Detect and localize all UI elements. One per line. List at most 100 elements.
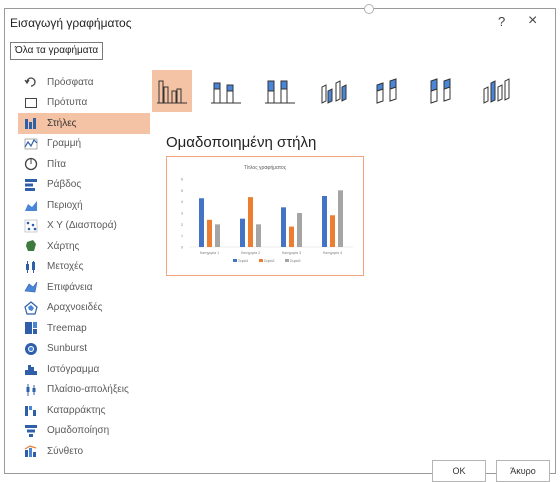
sidebar-item-17[interactable]: Ομαδοποίηση	[18, 421, 150, 442]
sidebar-item-label: Χάρτης	[47, 240, 80, 252]
clustered-column-icon[interactable]	[152, 70, 192, 112]
3d-column-icon[interactable]	[476, 70, 516, 112]
sidebar-item-label: Ράβδος	[47, 179, 82, 191]
sidebar-item-label: Επιφάνεια	[47, 281, 93, 293]
waterfall-icon	[23, 403, 39, 417]
sidebar-item-6[interactable]: Περιοχή	[18, 195, 150, 216]
sidebar-item-1[interactable]: Πρότυπα	[18, 93, 150, 114]
bar-0-0	[199, 198, 204, 247]
line-chart-icon	[23, 137, 39, 151]
sidebar-item-0[interactable]: Πρόσφατα	[18, 72, 150, 93]
ok-button[interactable]: OK	[432, 460, 486, 482]
legend-label: Σειρά2	[264, 259, 275, 263]
histogram-icon	[23, 362, 39, 376]
sidebar-item-label: Πρότυπα	[47, 97, 88, 109]
sidebar-item-label: Καταρράκτης	[47, 404, 106, 416]
legend-label: Σειρά1	[238, 259, 249, 263]
treemap-icon	[23, 321, 39, 335]
sidebar-item-label: Σύνθετο	[47, 445, 84, 457]
legend-swatch-2	[285, 259, 289, 262]
sidebar-item-label: Ομαδοποίηση	[47, 425, 110, 437]
bar-0-1	[240, 218, 245, 247]
sidebar-item-10[interactable]: Επιφάνεια	[18, 277, 150, 298]
bar-0-3	[322, 196, 327, 247]
bar-1-0	[207, 219, 212, 247]
surface-chart-icon	[23, 280, 39, 294]
dialog-title: Εισαγωγή γραφήματος	[10, 16, 132, 30]
sidebar-item-9[interactable]: Μετοχές	[18, 257, 150, 278]
stock-chart-icon	[23, 260, 39, 274]
recent-icon	[23, 75, 39, 89]
x-tick-label: Κατηγορία 4	[323, 251, 342, 255]
sidebar-item-label: Πλαίσιο-απολήξεις	[47, 384, 129, 396]
sidebar-item-label: Γραμμή	[47, 138, 82, 150]
bar-2-0	[215, 224, 220, 247]
legend-swatch-1	[259, 259, 263, 262]
sidebar-item-14[interactable]: Ιστόγραμμα	[18, 359, 150, 380]
sunburst-icon	[23, 342, 39, 356]
cancel-button[interactable]: Άκυρο	[496, 460, 550, 482]
help-button[interactable]: ?	[498, 14, 505, 29]
chart-options-panel: Ομαδοποιημένη στήλη Τίτλος γραφήματος 0 1 2…	[152, 70, 550, 456]
x-tick-label: Κατηγορία 2	[241, 251, 260, 255]
area-chart-icon	[23, 198, 39, 212]
bar-1-1	[248, 197, 253, 247]
sidebar-item-8[interactable]: Χάρτης	[18, 236, 150, 257]
sidebar-item-13[interactable]: Sunburst	[18, 339, 150, 360]
sidebar-item-label: Sunburst	[47, 343, 88, 355]
100-stacked-column-icon[interactable]	[260, 70, 300, 112]
y-tick-label: 6	[181, 178, 183, 182]
y-tick-label: 2	[181, 223, 183, 227]
sidebar-item-label: Πίτα	[47, 158, 67, 170]
radar-chart-icon	[23, 300, 39, 315]
templates-icon	[23, 96, 39, 110]
bar-2-3	[338, 190, 343, 247]
sidebar-item-label: Treemap	[47, 322, 87, 334]
3d-clustered-column-icon[interactable]	[314, 70, 354, 112]
sidebar-item-7[interactable]: Χ Υ (Διασπορά)	[18, 216, 150, 237]
combo-chart-icon	[23, 444, 39, 458]
column-chart-icon	[23, 116, 39, 130]
y-tick-label: 0	[181, 246, 183, 250]
sidebar-item-16[interactable]: Καταρράκτης	[18, 400, 150, 421]
x-tick-label: Κατηγορία 3	[282, 251, 301, 255]
sidebar-item-18[interactable]: Σύνθετο	[18, 441, 150, 462]
preview-chart: Τίτλος γραφήματος 0 1 2 3 4 5 6 Κατηγορία 1 Κατηγ…	[181, 164, 353, 263]
sidebar-item-label: Αραχνοειδές	[47, 302, 103, 314]
sidebar-item-label: Μετοχές	[47, 261, 84, 273]
chart-subtype-row	[152, 70, 550, 112]
sidebar-item-15[interactable]: Πλαίσιο-απολήξεις	[18, 380, 150, 401]
y-tick-label: 4	[181, 200, 183, 204]
sidebar-item-11[interactable]: Αραχνοειδές	[18, 298, 150, 319]
sidebar-item-12[interactable]: Treemap	[18, 318, 150, 339]
y-tick-label: 5	[181, 189, 183, 193]
sidebar-item-4[interactable]: Πίτα	[18, 154, 150, 175]
scatter-chart-icon	[23, 219, 39, 233]
selected-subtype-label: Ομαδοποιημένη στήλη	[166, 134, 317, 151]
sidebar-item-label: Περιοχή	[47, 199, 83, 211]
sidebar-item-label: Στήλες	[47, 117, 77, 129]
legend-label: Σειρά3	[290, 259, 301, 263]
funnel-icon	[23, 424, 39, 438]
bar-1-2	[289, 226, 294, 247]
chart-title: Τίτλος γραφήματος	[244, 164, 287, 171]
3d-stacked-column-icon[interactable]	[368, 70, 408, 112]
legend-swatch-0	[233, 259, 237, 262]
bar-2-2	[297, 213, 302, 247]
bar-1-3	[330, 215, 335, 247]
sidebar-item-3[interactable]: Γραμμή	[18, 134, 150, 155]
sidebar-item-2[interactable]: Στήλες	[18, 113, 150, 134]
bar-2-1	[256, 224, 261, 247]
map-chart-icon	[23, 239, 39, 253]
sidebar-item-label: Χ Υ (Διασπορά)	[47, 220, 117, 232]
chart-preview[interactable]: Τίτλος γραφήματος 0 1 2 3 4 5 6 Κατηγορία 1 Κατηγ…	[166, 156, 364, 276]
stacked-column-icon[interactable]	[206, 70, 246, 112]
sidebar-item-label: Πρόσφατα	[47, 76, 94, 88]
chart-category-list: Πρόσφατα Πρότυπα Στήλες Γραμμή Πίτα Ράβδος Περ…	[18, 72, 150, 462]
tab-all-charts[interactable]: Όλα τα γραφήματα	[10, 42, 104, 60]
sidebar-item-5[interactable]: Ράβδος	[18, 175, 150, 196]
close-button[interactable]: ×	[528, 12, 537, 30]
3d-100-stacked-column-icon[interactable]	[422, 70, 462, 112]
y-tick-label: 3	[181, 212, 183, 216]
y-tick-label: 1	[181, 234, 183, 238]
